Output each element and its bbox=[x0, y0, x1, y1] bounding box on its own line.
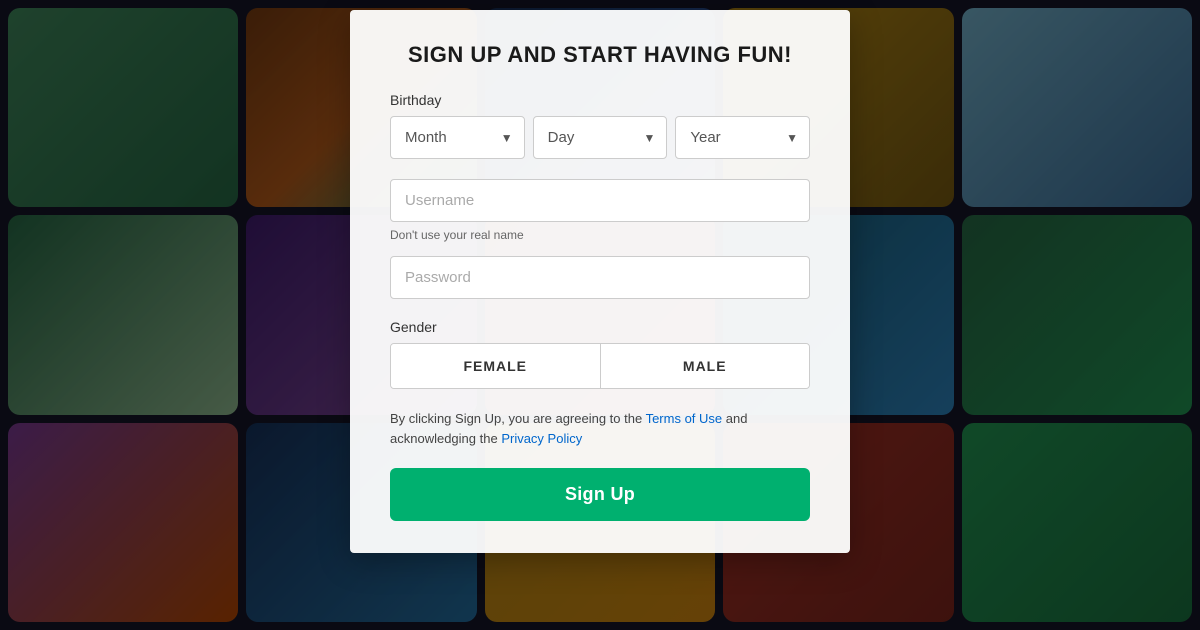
month-select[interactable]: Month January February March April May J… bbox=[390, 116, 525, 159]
signup-button[interactable]: Sign Up bbox=[390, 468, 810, 521]
year-select-wrapper: Year 20242023 20222021 20202015 20102005… bbox=[675, 116, 810, 159]
username-hint: Don't use your real name bbox=[390, 228, 810, 242]
day-select[interactable]: Day 123 456 789 101112 131415 161718 192… bbox=[533, 116, 668, 159]
terms-of-use-link[interactable]: Terms of Use bbox=[646, 411, 723, 426]
female-button[interactable]: FEMALE bbox=[391, 344, 601, 388]
page-title: SIGN UP AND START HAVING FUN! bbox=[390, 42, 810, 68]
privacy-policy-link[interactable]: Privacy Policy bbox=[501, 431, 582, 446]
password-wrapper bbox=[390, 256, 810, 299]
year-select[interactable]: Year 20242023 20222021 20202015 20102005… bbox=[675, 116, 810, 159]
day-select-wrapper: Day 123 456 789 101112 131415 161718 192… bbox=[533, 116, 668, 159]
month-select-wrapper: Month January February March April May J… bbox=[390, 116, 525, 159]
signup-modal: SIGN UP AND START HAVING FUN! Birthday M… bbox=[350, 10, 850, 553]
terms-prefix: By clicking Sign Up, you are agreeing to… bbox=[390, 411, 646, 426]
gender-row: FEMALE MALE bbox=[390, 343, 810, 389]
birthday-label: Birthday bbox=[390, 92, 810, 108]
password-input[interactable] bbox=[390, 256, 810, 299]
modal-wrapper: SIGN UP AND START HAVING FUN! Birthday M… bbox=[0, 0, 1200, 630]
male-button[interactable]: MALE bbox=[601, 344, 810, 388]
terms-text: By clicking Sign Up, you are agreeing to… bbox=[390, 409, 810, 448]
username-input[interactable] bbox=[390, 179, 810, 222]
gender-label: Gender bbox=[390, 319, 810, 335]
birthday-row: Month January February March April May J… bbox=[390, 116, 810, 159]
